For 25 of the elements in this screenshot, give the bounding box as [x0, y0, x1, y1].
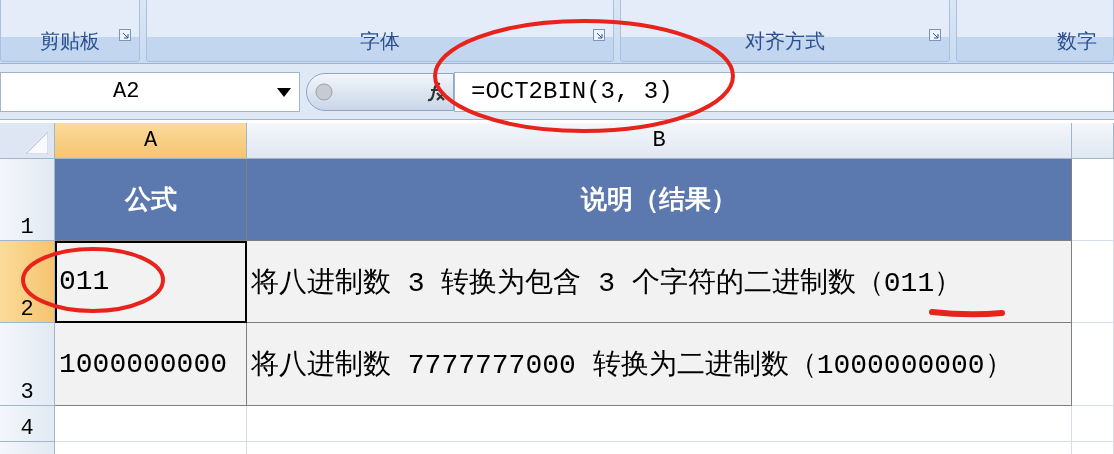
row-header[interactable]: 1 [0, 159, 55, 241]
header-cell: 说明（结果） [247, 159, 1072, 241]
group-label: 字体 [360, 28, 400, 55]
resize-handle-icon[interactable] [315, 82, 333, 101]
table-cell: 011 [55, 241, 247, 323]
row-header[interactable]: 2 [0, 241, 55, 323]
header-cell: 公式 [55, 159, 247, 241]
dropdown-caret-icon[interactable] [277, 87, 291, 97]
corner-triangle-icon [26, 132, 48, 154]
group-label: 剪贴板 [40, 28, 100, 55]
group-label: 数字 [1057, 28, 1097, 55]
name-box[interactable]: A2 [0, 71, 300, 112]
table-cell: 将八进制数 3 转换为包含 3 个字符的二进制数（011） [247, 241, 1072, 323]
group-label: 对齐方式 [745, 28, 825, 55]
table-cell: 将八进制数 7777777000 转换为二进制数（1000000000） [247, 323, 1072, 406]
column-header[interactable]: A [55, 123, 247, 159]
table-cell: 1000000000 [55, 323, 247, 406]
column-header[interactable]: B [247, 123, 1072, 159]
function-icon[interactable] [425, 80, 447, 103]
row-header[interactable]: 3 [0, 323, 55, 406]
dialog-launcher-icon[interactable] [593, 29, 605, 41]
dialog-launcher-icon[interactable] [119, 29, 131, 41]
formula-field[interactable]: =OCT2BIN(3, 3) [454, 71, 1114, 112]
dialog-launcher-icon[interactable] [929, 29, 941, 41]
row-header[interactable]: 4 [0, 406, 55, 442]
